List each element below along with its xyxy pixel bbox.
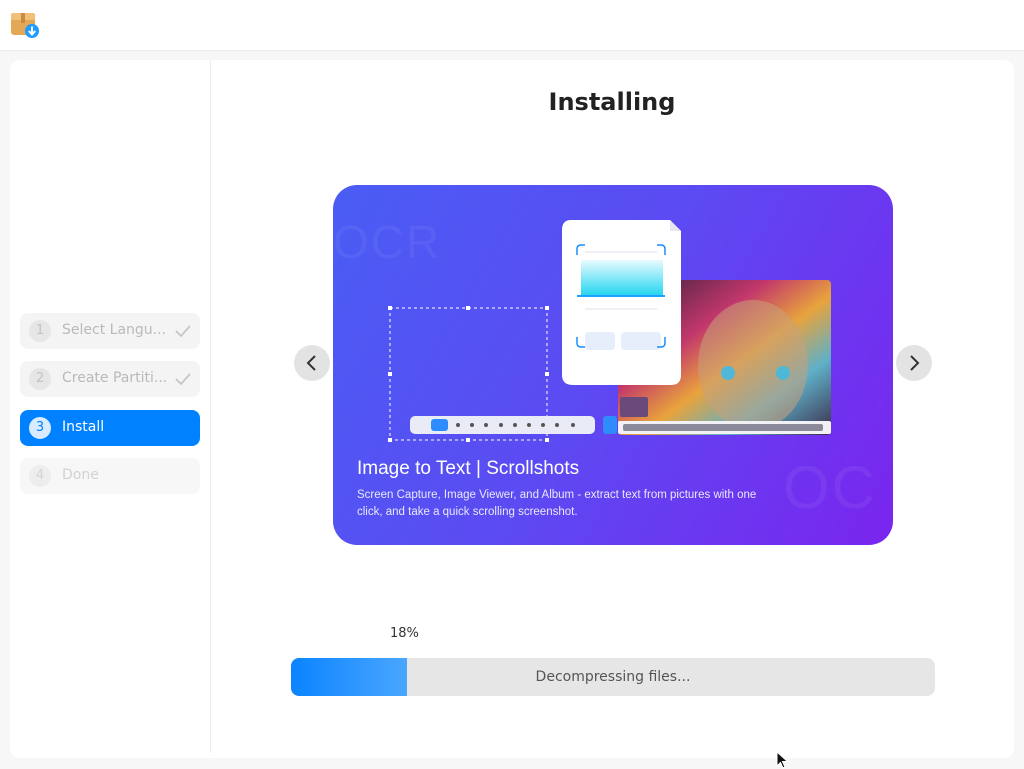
progress-status: Decompressing files... <box>535 669 691 685</box>
step-number: 3 <box>29 417 51 439</box>
install-progress-bar: Decompressing files... <box>291 658 935 696</box>
step-label: Install <box>62 419 105 435</box>
progress-percent: 18% <box>390 626 419 641</box>
carousel-prev-button[interactable] <box>294 345 330 381</box>
step-number: 2 <box>29 368 51 390</box>
step-select-language: 1 Select Langu... <box>20 313 200 349</box>
slide-description: Screen Capture, Image Viewer, and Album … <box>357 489 757 518</box>
steps-sidebar: 1 Select Langu... 2 Create Partiti... 3 … <box>10 60 211 753</box>
step-number: 4 <box>29 465 51 487</box>
carousel-next-button[interactable] <box>896 345 932 381</box>
page-title: Installing <box>548 88 676 116</box>
ghost-ocr-text: OC <box>783 454 877 521</box>
check-icon <box>175 325 191 338</box>
step-number: 1 <box>29 320 51 342</box>
chevron-right-icon <box>910 355 920 371</box>
installer-window: 1 Select Langu... 2 Create Partiti... 3 … <box>10 60 1014 758</box>
step-create-partition: 2 Create Partiti... <box>20 361 200 397</box>
feature-illustration <box>388 220 831 442</box>
step-label: Select Langu... <box>62 322 167 338</box>
slide-title: Image to Text | Scrollshots <box>357 458 580 479</box>
step-label: Done <box>62 467 99 483</box>
chevron-left-icon <box>306 355 316 371</box>
title-bar <box>0 0 1024 51</box>
check-icon <box>175 373 191 386</box>
mouse-cursor-icon <box>776 751 789 769</box>
installer-package-icon[interactable] <box>10 10 40 40</box>
step-install: 3 Install <box>20 410 200 446</box>
step-done: 4 Done <box>20 458 200 494</box>
feature-slide: OCR OC Image to Text | Scrollshots Scree… <box>333 185 893 545</box>
step-label: Create Partiti... <box>62 370 168 386</box>
